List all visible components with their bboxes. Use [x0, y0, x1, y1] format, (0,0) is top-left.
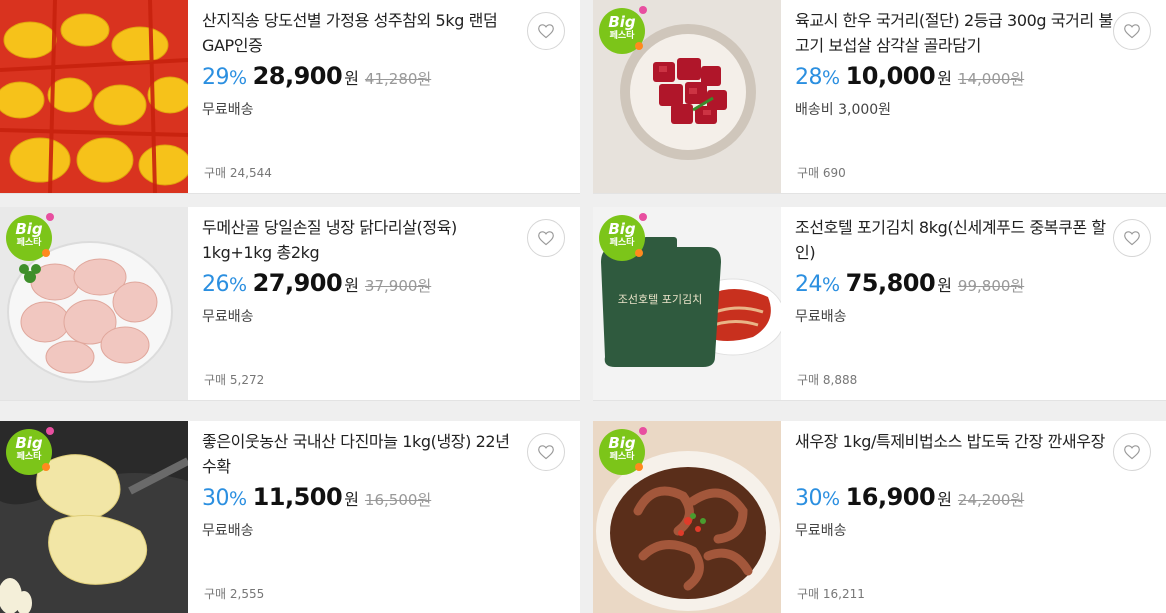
discount-rate: 30%: [795, 486, 840, 511]
product-image-korean-melon[interactable]: [0, 0, 188, 193]
discount-rate: 26%: [202, 272, 247, 297]
sale-price: 75,800: [845, 269, 936, 297]
product-card[interactable]: Big 페스타 육교시 한우 국거리(절단) 2등급 300g 국거리 불고기 보…: [593, 0, 1166, 194]
currency-unit: 원: [344, 276, 359, 295]
discount-rate: 28%: [795, 65, 840, 90]
original-price: 16,500원: [364, 491, 432, 509]
big-festa-badge: Big 페스타: [6, 427, 54, 475]
sale-price: 27,900: [252, 269, 343, 297]
currency-unit: 원: [937, 276, 952, 295]
sale-price: 11,500: [252, 483, 343, 511]
original-price: 24,200원: [957, 491, 1025, 509]
purchase-count: 구매 5,272: [204, 373, 265, 387]
price-row: 29% 28,900 원 41,280원: [202, 62, 431, 90]
sale-price: 16,900: [845, 483, 936, 511]
product-title[interactable]: 두메산골 당일손질 냉장 닭다리살(정육) 1kg+1kg 총2kg: [202, 215, 522, 265]
product-card[interactable]: Big 페스타 새우장 1kg/특제비법소스 밥도둑 간장 깐새우장 30% 16,…: [593, 421, 1166, 613]
wishlist-button[interactable]: [1113, 219, 1151, 257]
product-title[interactable]: 좋은이웃농산 국내산 다진마늘 1kg(냉장) 22년수확: [202, 429, 522, 479]
kimchi-pack-label: 조선호텔 포기김치: [618, 293, 702, 306]
currency-unit: 원: [937, 69, 952, 88]
product-title[interactable]: 새우장 1kg/특제비법소스 밥도둑 간장 깐새우장: [795, 429, 1115, 454]
price-row: 24% 75,800 원 99,800원: [795, 269, 1024, 297]
price-row: 30% 11,500 원 16,500원: [202, 483, 431, 511]
price-row: 26% 27,900 원 37,900원: [202, 269, 431, 297]
product-image-beef[interactable]: Big 페스타: [593, 0, 781, 193]
product-info: 새우장 1kg/특제비법소스 밥도둑 간장 깐새우장 30% 16,900 원 24,…: [795, 421, 1166, 613]
sale-price: 10,000: [845, 62, 936, 90]
big-festa-badge: Big 페스타: [6, 213, 54, 261]
original-price: 99,800원: [957, 277, 1025, 295]
heart-outline-icon: [538, 24, 554, 39]
shipping-info: 무료배송: [795, 309, 847, 325]
heart-outline-icon: [538, 231, 554, 246]
shipping-info: 무료배송: [202, 309, 254, 325]
sale-price: 28,900: [252, 62, 343, 90]
currency-unit: 원: [344, 69, 359, 88]
product-title[interactable]: 산지직송 당도선별 가정용 성주참외 5kg 랜덤 GAP인증: [202, 8, 522, 58]
purchase-count: 구매 2,555: [204, 587, 265, 601]
currency-unit: 원: [344, 490, 359, 509]
product-info: 육교시 한우 국거리(절단) 2등급 300g 국거리 불고기 보섭살 삼각살 …: [795, 0, 1166, 193]
product-info: 조선호텔 포기김치 8kg(신세계푸드 중복쿠폰 할인) 24% 75,800 원 9…: [795, 207, 1166, 400]
heart-outline-icon: [1124, 231, 1140, 246]
wishlist-button[interactable]: [527, 219, 565, 257]
product-title[interactable]: 조선호텔 포기김치 8kg(신세계푸드 중복쿠폰 할인): [795, 215, 1115, 265]
product-info: 좋은이웃농산 국내산 다진마늘 1kg(냉장) 22년수확 30% 11,500 원…: [202, 421, 580, 613]
wishlist-button[interactable]: [527, 12, 565, 50]
price-row: 28% 10,000 원 14,000원: [795, 62, 1024, 90]
discount-rate: 30%: [202, 486, 247, 511]
product-card[interactable]: Big 페스타 좋은이웃농산 국내산 다진마늘 1kg(냉장) 22년수확 30%…: [0, 421, 580, 613]
shipping-info: 배송비 3,000원: [795, 102, 892, 118]
purchase-count: 구매 8,888: [797, 373, 858, 387]
big-festa-badge: Big 페스타: [599, 6, 647, 54]
product-image-soy-shrimp[interactable]: Big 페스타: [593, 421, 781, 613]
big-festa-badge: Big 페스타: [599, 427, 647, 475]
shipping-info: 무료배송: [202, 102, 254, 118]
wishlist-button[interactable]: [527, 433, 565, 471]
product-card[interactable]: 산지직송 당도선별 가정용 성주참외 5kg 랜덤 GAP인증 29% 28,90…: [0, 0, 580, 194]
product-grid: 산지직송 당도선별 가정용 성주참외 5kg 랜덤 GAP인증 29% 28,90…: [0, 0, 1166, 613]
big-festa-badge: Big 페스타: [599, 213, 647, 261]
wishlist-button[interactable]: [1113, 433, 1151, 471]
price-row: 30% 16,900 원 24,200원: [795, 483, 1024, 511]
discount-rate: 29%: [202, 65, 247, 90]
original-price: 14,000원: [957, 70, 1025, 88]
product-image-kimchi[interactable]: 조선호텔 포기김치 Big 페스타: [593, 207, 781, 400]
currency-unit: 원: [937, 490, 952, 509]
shipping-info: 무료배송: [795, 523, 847, 539]
purchase-count: 구매 16,211: [797, 587, 865, 601]
product-info: 산지직송 당도선별 가정용 성주참외 5kg 랜덤 GAP인증 29% 28,90…: [202, 0, 580, 193]
product-card[interactable]: 조선호텔 포기김치 Big 페스타 조선호텔 포기김치 8kg(신세계푸드 중복쿠…: [593, 207, 1166, 401]
original-price: 37,900원: [364, 277, 432, 295]
product-card[interactable]: Big 페스타 두메산골 당일손질 냉장 닭다리살(정육) 1kg+1kg 총2k…: [0, 207, 580, 401]
product-info: 두메산골 당일손질 냉장 닭다리살(정육) 1kg+1kg 총2kg 26% 27…: [202, 207, 580, 400]
product-image-chicken-thigh[interactable]: Big 페스타: [0, 207, 188, 400]
product-title[interactable]: 육교시 한우 국거리(절단) 2등급 300g 국거리 불고기 보섭살 삼각살 …: [795, 8, 1115, 58]
product-image-minced-garlic[interactable]: Big 페스타: [0, 421, 188, 613]
heart-outline-icon: [538, 445, 554, 460]
wishlist-button[interactable]: [1113, 12, 1151, 50]
heart-outline-icon: [1124, 445, 1140, 460]
purchase-count: 구매 24,544: [204, 166, 272, 180]
purchase-count: 구매 690: [797, 166, 846, 180]
original-price: 41,280원: [364, 70, 432, 88]
discount-rate: 24%: [795, 272, 840, 297]
shipping-info: 무료배송: [202, 523, 254, 539]
heart-outline-icon: [1124, 24, 1140, 39]
